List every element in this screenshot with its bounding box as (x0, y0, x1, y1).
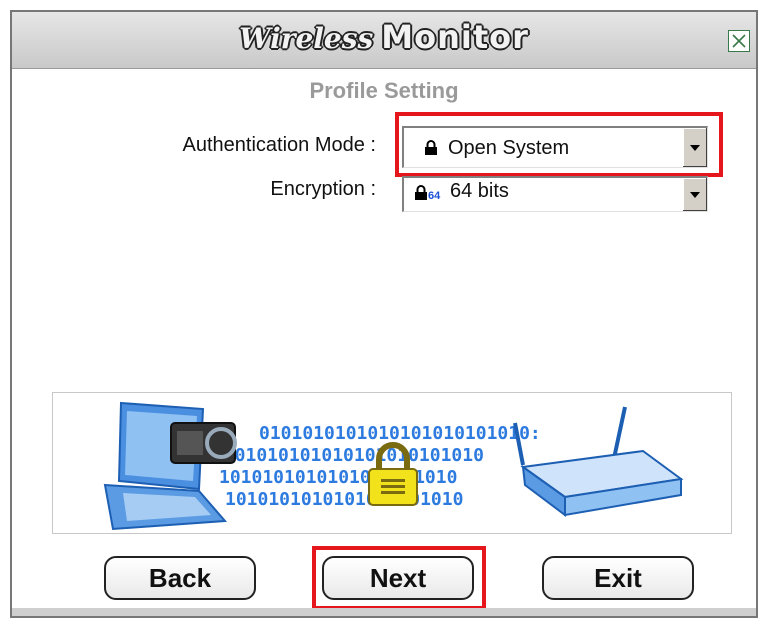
close-button[interactable] (728, 30, 750, 52)
binary-row-4: 1010101010101010101010 (225, 489, 463, 510)
encryption-icon-badge: 64 (428, 190, 441, 202)
page-title: Profile Setting (309, 78, 459, 103)
window-bottom-border (12, 608, 756, 616)
binary-row-2: 0101010101010101010101010 (213, 445, 484, 466)
exit-button[interactable]: Exit (542, 556, 694, 600)
banner-graphic: 0101010101010101010101010: 0101010101010… (103, 401, 684, 531)
auth-mode-label: Authentication Mode : (182, 134, 376, 156)
app-title-wireless: Wireless (239, 22, 374, 55)
auth-mode-highlight (395, 112, 723, 177)
chevron-down-icon (690, 191, 700, 198)
title-bar: Wireless Monitor (12, 12, 756, 69)
binary-row-1: 0101010101010101010101010: (259, 423, 541, 444)
encryption-select[interactable]: 64 64 bits (402, 176, 708, 212)
back-button[interactable]: Back (104, 556, 256, 600)
wireless-banner-illustration: 0101010101010101010101010: 0101010101010… (52, 392, 732, 534)
app-title-monitor: Monitor (381, 18, 529, 56)
wireless-monitor-window: Wireless Monitor Profile Setting Authenti… (10, 10, 758, 618)
binary-row-3: 1010101010101010101010 (219, 467, 457, 488)
app-title: Wireless Monitor (12, 18, 756, 56)
encryption-dropdown-button[interactable] (682, 178, 707, 211)
close-icon (732, 34, 746, 48)
encryption-value: 64 bits (450, 180, 509, 202)
next-button-highlight (312, 546, 486, 610)
encryption-label: Encryption : (270, 178, 376, 200)
laptop-icon (103, 401, 237, 531)
